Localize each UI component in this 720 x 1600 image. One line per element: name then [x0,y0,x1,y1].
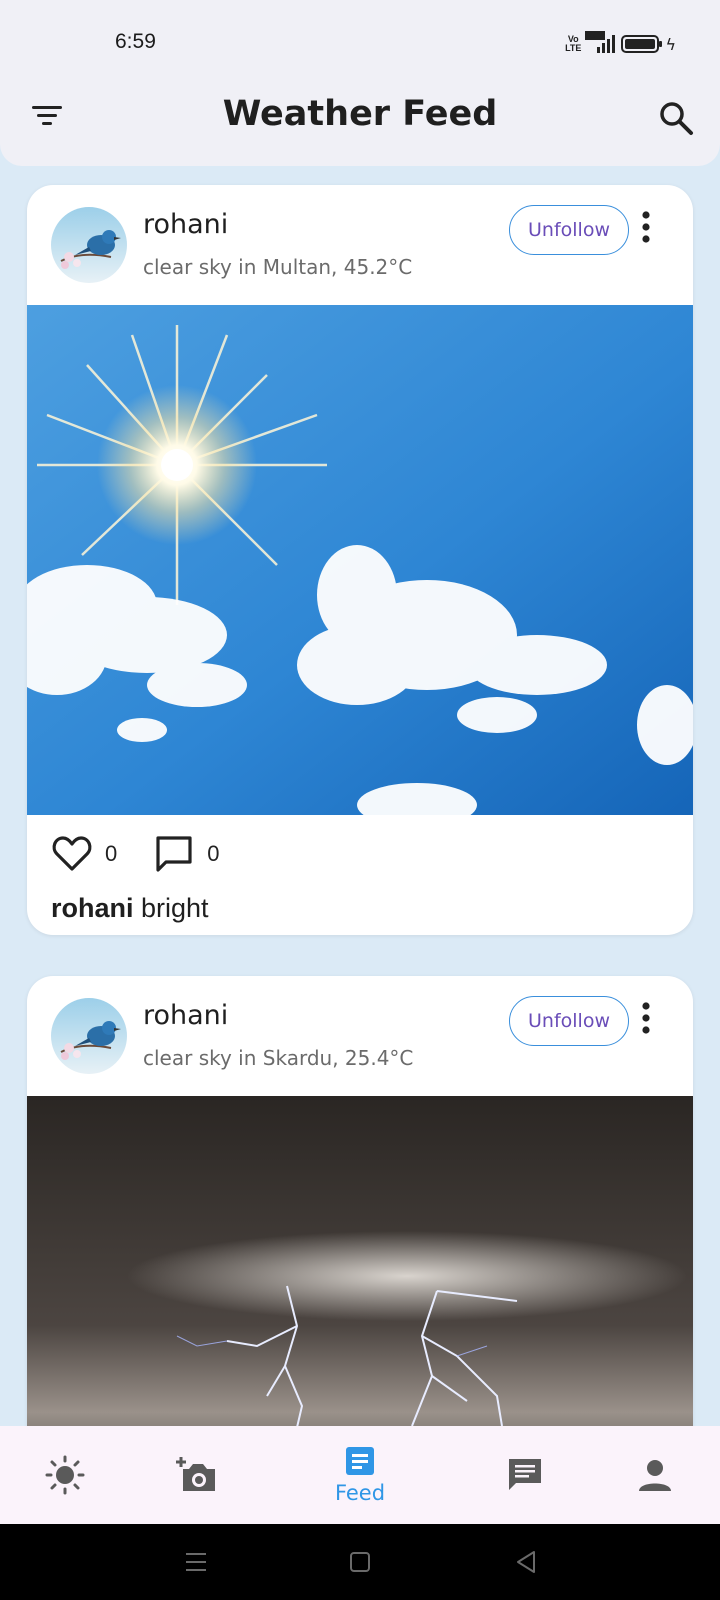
post-actions: 0 0 [51,833,256,875]
avatar[interactable] [51,207,127,283]
nav-feed-label: Feed [334,1481,386,1505]
chat-icon [509,1459,541,1490]
post-photo-sunny-sky[interactable] [27,305,693,815]
unfollow-button[interactable]: Unfollow [509,996,629,1046]
more-vert-icon [642,211,650,243]
post-weather-subtitle: clear sky in Multan, 45.2°C [143,255,413,279]
home-icon[interactable] [344,1546,376,1578]
post-caption: rohani bright [51,893,209,924]
more-options-button[interactable] [631,209,661,245]
more-options-button[interactable] [631,1000,661,1036]
volte-icon: Vo LTE [565,34,582,53]
network-type: 4G [585,31,606,40]
recent-apps-icon[interactable] [180,1546,212,1578]
nav-weather[interactable] [40,1426,90,1524]
nav-profile[interactable] [630,1426,680,1524]
bird-avatar-image [51,998,127,1074]
page-title: Weather Feed [222,94,498,134]
comment-count: 0 [207,841,220,866]
bird-avatar-image [51,207,127,283]
post-card: rohani clear sky in Multan, 45.2°C Unfol… [27,185,693,935]
nav-chat[interactable] [500,1426,550,1524]
feed-icon [346,1447,374,1475]
post-username[interactable]: rohani [143,1000,228,1031]
more-vert-icon [642,1002,650,1034]
comment-icon[interactable] [153,833,195,875]
top-bar: 6:59 Vo LTE 4G ϟ Weather Feed [0,0,720,166]
charging-icon: ϟ [665,34,676,54]
nav-feed[interactable]: Feed [320,1426,400,1524]
caption-text: bright [133,893,209,923]
status-icons: Vo LTE 4G ϟ [565,31,676,56]
like-count: 0 [105,841,118,866]
nav-add-photo[interactable] [170,1426,224,1524]
back-icon[interactable] [510,1546,542,1578]
unfollow-button[interactable]: Unfollow [509,205,629,255]
avatar[interactable] [51,998,127,1074]
post-weather-subtitle: clear sky in Skardu, 25.4°C [143,1046,414,1070]
post-username[interactable]: rohani [143,209,228,240]
bottom-navigation: Feed [0,1426,720,1524]
search-icon [660,102,693,135]
battery-icon [621,35,663,53]
screen: 6:59 Vo LTE 4G ϟ Weather Feed rohani cle… [0,0,720,1600]
signal-icon: 4G [585,31,616,53]
sun-icon [45,1455,85,1495]
profile-icon [639,1460,671,1491]
add-photo-icon [176,1457,215,1491]
system-navigation-bar [0,1524,720,1600]
search-button[interactable] [656,98,696,138]
status-time: 6:59 [115,30,156,53]
caption-username: rohani [51,893,134,923]
like-heart-icon[interactable] [51,833,93,875]
